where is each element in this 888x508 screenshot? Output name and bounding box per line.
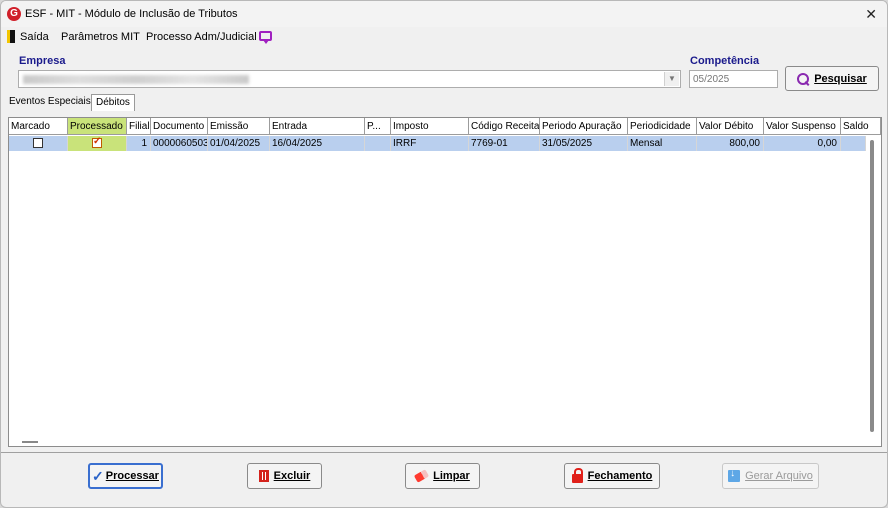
tab-strip: Eventos Especiais Débitos [1,94,887,111]
tab-eventos-especiais[interactable]: Eventos Especiais [9,96,91,107]
competencia-input[interactable]: 05/2025 [689,70,778,88]
pesquisar-button[interactable]: Pesquisar [785,66,879,91]
gerar-arquivo-label: Gerar Arquivo [745,470,813,482]
save-icon [728,468,741,482]
gerar-arquivo-button[interactable]: Gerar Arquivo [722,463,819,489]
app-logo-icon: G [7,7,21,21]
check-icon: ✓ [92,467,104,484]
cell-valor-suspenso: 0,00 [764,136,841,151]
main-window: G ESF - MIT - Módulo de Inclusão de Trib… [0,0,888,508]
cell-valor-debito: 800,00 [697,136,764,151]
fechamento-label: Fechamento [587,470,653,482]
empresa-combobox[interactable]: ▼ [18,70,681,88]
horizontal-scrollbar[interactable] [9,436,881,446]
pesquisar-label: Pesquisar [814,72,867,85]
title-bar: G ESF - MIT - Módulo de Inclusão de Trib… [1,1,887,27]
cell-periodo-apuracao: 31/05/2025 [540,136,628,151]
menu-item-parametros-mit[interactable]: Parâmetros MIT [61,31,140,43]
column-header-saldo[interactable]: Saldo [841,118,881,135]
exit-door-icon [7,30,15,43]
divider [1,452,887,453]
menu-item-saida[interactable]: Saída [20,31,49,43]
cell-saldo [841,136,866,151]
column-header-processado[interactable]: Processado [68,118,127,135]
menu-bar: Saída Parâmetros MIT Processo Adm/Judici… [1,27,887,47]
empresa-value-redacted [23,75,249,84]
vertical-scrollbar[interactable] [866,136,881,436]
processar-label: Processar [105,470,159,482]
column-header-codigo-receita[interactable]: Código Receita [469,118,540,135]
column-header-filial[interactable]: Filial [127,118,151,135]
chat-icon[interactable] [259,31,272,44]
trash-icon [258,470,269,482]
limpar-label: Limpar [433,470,470,482]
excluir-label: Excluir [273,470,311,482]
eraser-icon [414,469,430,483]
cell-processado[interactable] [68,136,127,151]
column-header-emissao[interactable]: Emissão [208,118,270,135]
cell-codigo-receita: 7769-01 [469,136,540,151]
column-header-periodicidade[interactable]: Periodicidade [628,118,697,135]
tab-debitos[interactable]: Débitos [91,94,135,111]
vertical-scrollbar-thumb[interactable] [870,140,874,432]
column-header-periodo-apuracao[interactable]: Periodo Apuração [540,118,628,135]
chevron-down-icon[interactable]: ▼ [664,72,679,86]
cell-filial: 1 [127,136,151,151]
cell-emissao: 01/04/2025 [208,136,270,151]
menu-item-processo-adm-judicial[interactable]: Processo Adm/Judicial [146,31,257,43]
empresa-label: Empresa [19,55,66,67]
search-icon [797,72,810,85]
horizontal-scrollbar-thumb[interactable] [22,441,38,443]
cell-periodicidade: Mensal [628,136,697,151]
column-header-valor-suspenso[interactable]: Valor Suspenso [764,118,841,135]
limpar-button[interactable]: Limpar [405,463,480,489]
cell-entrada: 16/04/2025 [270,136,365,151]
column-header-documento[interactable]: Documento [151,118,208,135]
cell-imposto: IRRF [391,136,469,151]
cell-p [365,136,391,151]
processado-checkbox[interactable] [92,136,102,148]
processar-button[interactable]: ✓ Processar [88,463,163,489]
column-header-p[interactable]: P... [365,118,391,135]
marcado-checkbox[interactable] [33,138,43,148]
cell-documento: 0000060503 [153,136,208,151]
column-header-marcado[interactable]: Marcado [9,118,68,135]
lock-icon [571,467,583,483]
excluir-button[interactable]: Excluir [247,463,322,489]
cell-marcado[interactable] [9,136,68,151]
competencia-label: Competência [690,55,760,67]
debitos-grid: Marcado Processado Filial Documento Emis… [8,117,882,447]
column-header-valor-debito[interactable]: Valor Débito [697,118,764,135]
fechamento-button[interactable]: Fechamento [564,463,660,489]
column-header-imposto[interactable]: Imposto [391,118,469,135]
column-header-entrada[interactable]: Entrada [270,118,365,135]
close-button[interactable]: ✕ [865,6,877,23]
window-title: ESF - MIT - Módulo de Inclusão de Tribut… [25,8,238,20]
